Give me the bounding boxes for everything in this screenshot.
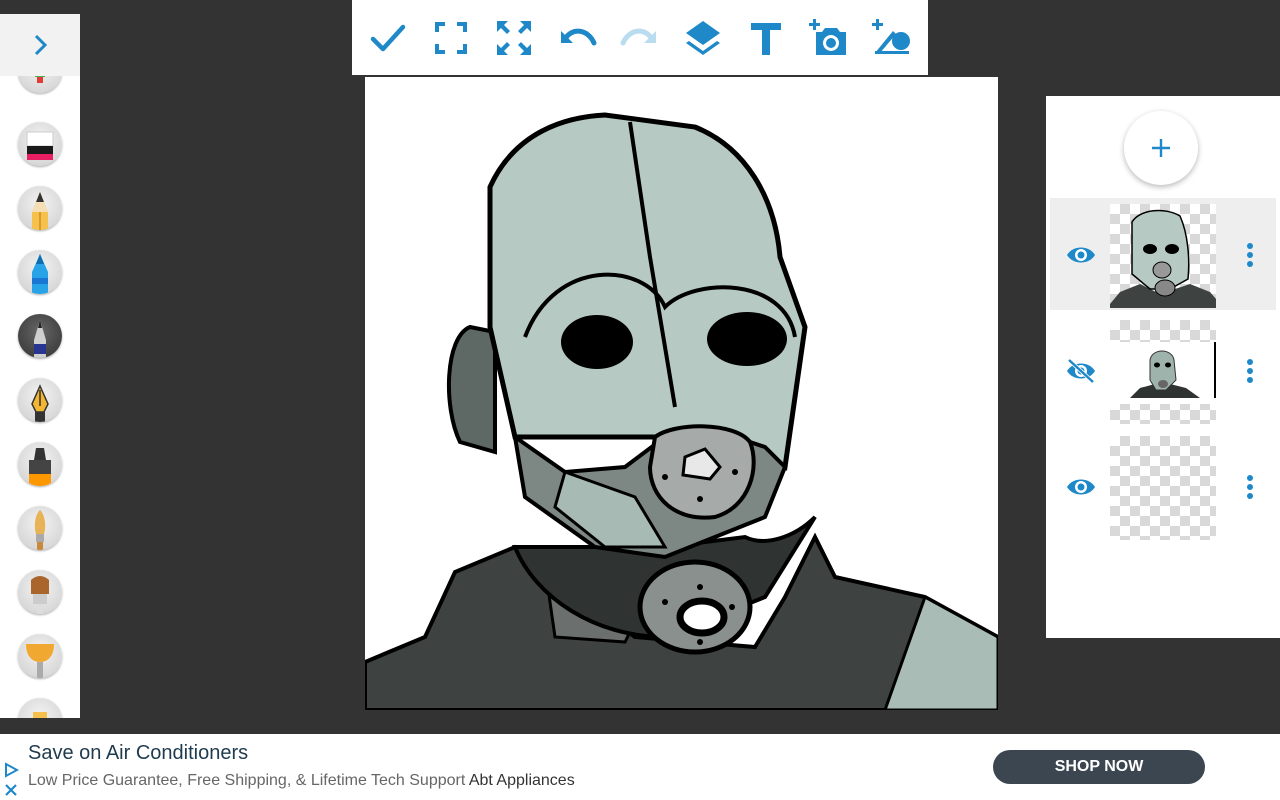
brush-crayon[interactable] [18, 250, 62, 294]
ad-subtitle: Low Price Guarantee, Free Shipping, & Li… [28, 772, 575, 790]
eye-off-icon [1067, 358, 1095, 384]
layer-thumbnail-empty[interactable] [1110, 436, 1216, 540]
layer-thumbnail-image [1110, 342, 1216, 404]
text-T-icon [751, 22, 782, 55]
brush-fan[interactable] [18, 634, 62, 678]
crop-free-icon [434, 21, 467, 54]
ad-title[interactable]: Save on Air Conditioners [28, 742, 248, 765]
more-vert-icon [1247, 243, 1253, 267]
more-vert-icon [1247, 359, 1253, 383]
more-vert-icon [1247, 475, 1253, 499]
brush-panel-toggle[interactable] [0, 14, 80, 76]
add-photo-button[interactable] [803, 12, 855, 64]
ad-cta-button[interactable]: SHOP NOW [993, 750, 1205, 784]
brush-icon [33, 712, 47, 718]
gas-mask-drawing [365, 112, 998, 710]
layers-button[interactable] [677, 12, 729, 64]
brush-panel [0, 14, 80, 718]
layers-panel [1046, 96, 1280, 638]
layer-row-1[interactable] [1050, 198, 1276, 310]
brush-fineliner[interactable] [18, 314, 62, 358]
eye-icon [1067, 247, 1095, 263]
add-camera-icon [809, 18, 847, 55]
done-button[interactable] [362, 12, 414, 64]
layer-thumbnail-image [1110, 209, 1216, 308]
layer-thumbnail[interactable] [1110, 320, 1216, 424]
layer-visibility-toggle[interactable] [1064, 238, 1098, 272]
highlighter-icon [29, 448, 51, 486]
eye-icon [1067, 479, 1095, 495]
chevron-right-icon [34, 34, 48, 56]
brush-more[interactable] [18, 698, 62, 718]
add-layer-button[interactable] [1124, 111, 1198, 185]
text-button[interactable] [740, 12, 792, 64]
layer-thumbnail[interactable] [1110, 204, 1216, 308]
ad-close-icon[interactable] [3, 782, 19, 798]
brush-pencil[interactable] [18, 186, 62, 230]
ad-subtitle-text: Low Price Guarantee, Free Shipping, & Li… [28, 772, 466, 789]
undo-icon [560, 28, 597, 45]
brush-round[interactable] [18, 506, 62, 550]
layer-menu-button[interactable] [1238, 472, 1262, 502]
fit-screen-button[interactable] [425, 12, 477, 64]
plus-icon [1152, 139, 1170, 157]
fountain-pen-icon [31, 384, 49, 422]
layer-row-2[interactable] [1050, 314, 1276, 426]
brush-highlighter[interactable] [18, 442, 62, 486]
eraser-icon [26, 131, 54, 160]
layer-menu-button[interactable] [1238, 356, 1262, 386]
fineliner-icon [34, 320, 46, 358]
fullscreen-button[interactable] [488, 12, 540, 64]
add-shape-button[interactable] [866, 12, 918, 64]
layer-row-3[interactable] [1050, 430, 1276, 542]
crayon-icon [32, 254, 48, 294]
drawing-canvas[interactable] [365, 77, 998, 710]
add-shape-icon [872, 18, 911, 54]
layer-visibility-toggle[interactable] [1064, 470, 1098, 504]
ad-banner[interactable]: Save on Air Conditioners Low Price Guara… [0, 734, 1280, 800]
check-icon [370, 24, 405, 51]
layer-visibility-toggle[interactable] [1064, 354, 1098, 388]
brush-eraser[interactable] [18, 122, 62, 166]
brush-flat[interactable] [18, 570, 62, 614]
brush-fountain-pen[interactable] [18, 378, 62, 422]
top-toolbar [352, 0, 928, 75]
expand-arrows-icon [496, 20, 531, 55]
pencil-icon [32, 192, 48, 230]
undo-button[interactable] [551, 12, 603, 64]
redo-button[interactable] [614, 12, 666, 64]
layer-menu-button[interactable] [1238, 240, 1262, 270]
fan-brush-icon [26, 644, 54, 678]
round-brush-icon [34, 510, 46, 550]
ad-choices-icon[interactable] [3, 762, 19, 778]
flat-brush-icon [31, 576, 49, 614]
ad-advertiser[interactable]: Abt Appliances [469, 772, 575, 789]
redo-icon [620, 28, 656, 45]
layers-icon [686, 20, 721, 55]
